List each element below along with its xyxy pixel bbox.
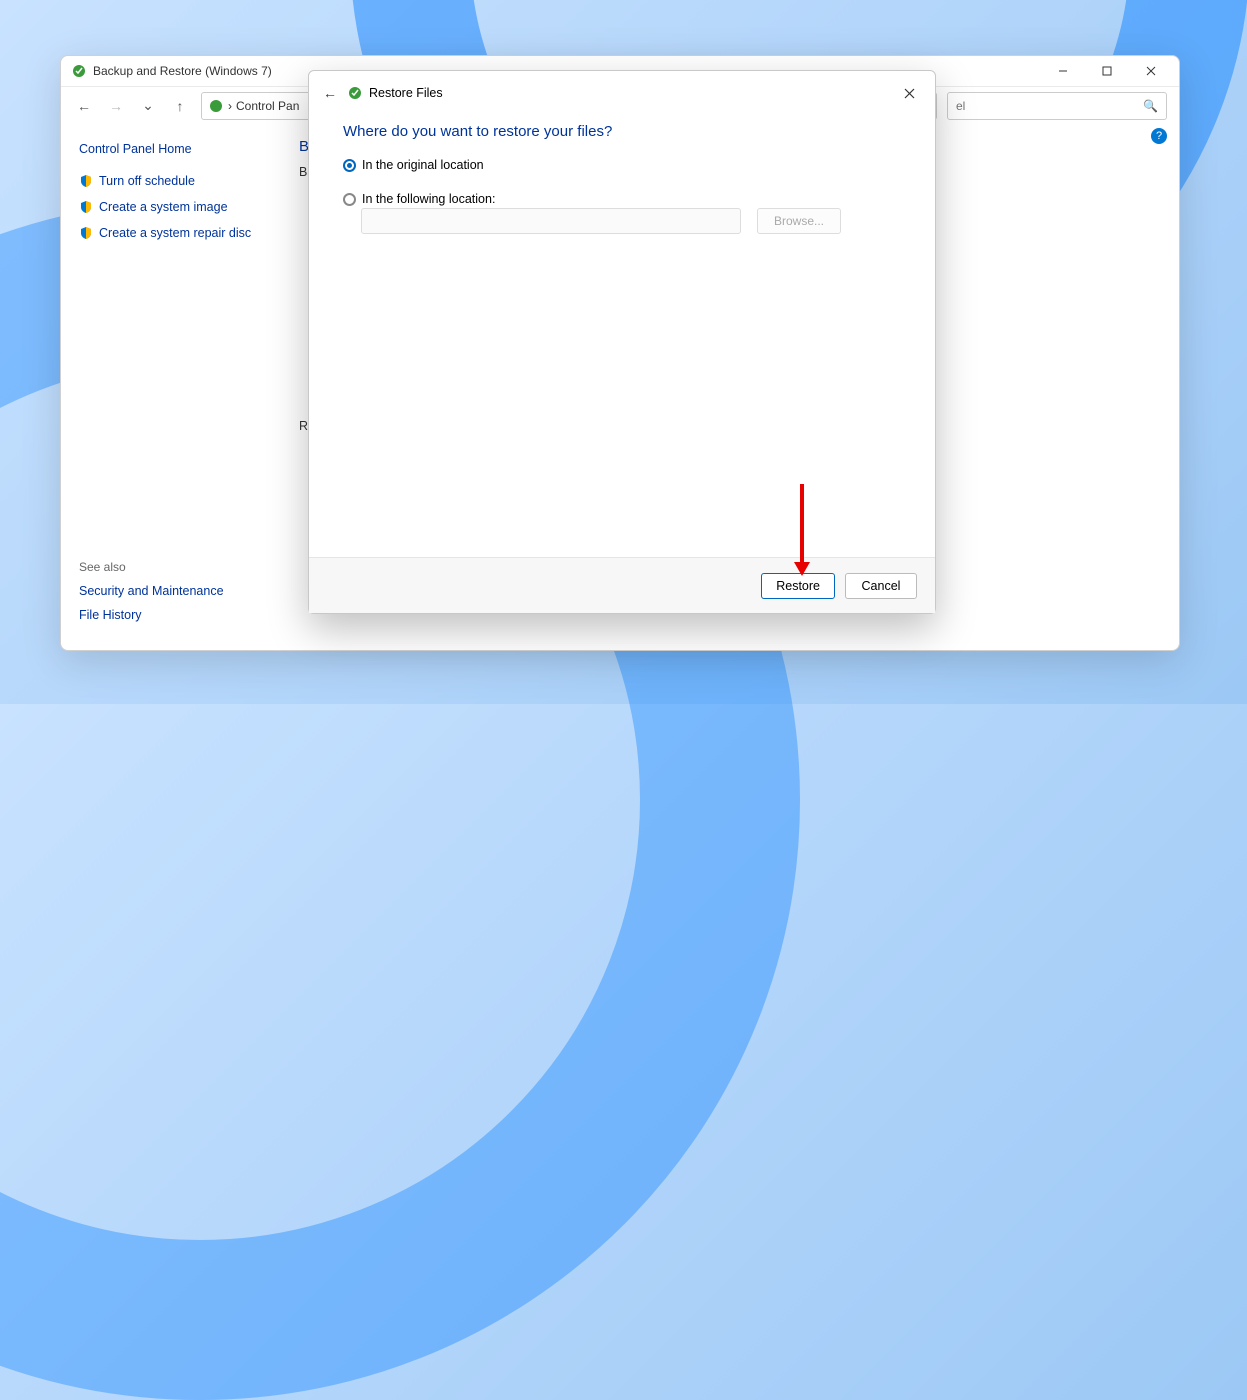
dialog-header: ← Restore Files: [309, 71, 935, 115]
shield-icon: [79, 200, 93, 214]
cancel-button[interactable]: Cancel: [845, 573, 917, 599]
search-icon: 🔍: [1143, 99, 1158, 113]
dialog-title: Restore Files: [369, 86, 443, 100]
window-title: Backup and Restore (Windows 7): [93, 64, 272, 78]
radio-checked-icon: [343, 159, 356, 172]
see-also-label: See also: [79, 560, 261, 574]
maximize-button[interactable]: [1085, 56, 1129, 86]
nav-back-icon[interactable]: ←: [73, 98, 95, 114]
nav-forward-icon[interactable]: →: [105, 98, 127, 114]
dialog-question: Where do you want to restore your files?: [343, 123, 901, 140]
nav-recent-icon[interactable]: ⌄: [137, 97, 159, 114]
sidebar-item-label: Create a system image: [99, 200, 228, 214]
restore-button[interactable]: Restore: [761, 573, 835, 599]
radio-unchecked-icon: [343, 193, 356, 206]
close-button[interactable]: [1129, 56, 1173, 86]
radio-label: In the original location: [362, 158, 484, 172]
sidebar-item-create-system-image[interactable]: Create a system image: [79, 200, 261, 214]
search-input[interactable]: [956, 99, 1143, 113]
shield-icon: [79, 174, 93, 188]
search-box[interactable]: 🔍: [947, 92, 1167, 120]
see-also-filehistory[interactable]: File History: [79, 608, 261, 622]
dialog-back-icon[interactable]: ←: [323, 85, 337, 101]
backup-restore-icon: [71, 63, 87, 79]
sidebar-item-label: Create a system repair disc: [99, 226, 251, 240]
nav-up-icon[interactable]: ↑: [169, 98, 191, 114]
see-also-security[interactable]: Security and Maintenance: [79, 584, 261, 598]
backup-restore-icon: [208, 98, 224, 114]
sidebar-item-turn-off-schedule[interactable]: Turn off schedule: [79, 174, 261, 188]
dialog-body: Where do you want to restore your files?…: [309, 115, 935, 557]
browse-button: Browse...: [757, 208, 841, 234]
radio-original-location[interactable]: In the original location: [343, 158, 901, 172]
sidebar-item-create-repair-disc[interactable]: Create a system repair disc: [79, 226, 261, 240]
radio-following-location[interactable]: In the following location:: [343, 192, 901, 206]
breadcrumb-text: Control Pan: [236, 99, 299, 113]
restore-files-icon: [347, 85, 363, 101]
restore-files-dialog: ← Restore Files Where do you want to res…: [308, 70, 936, 614]
dialog-footer: Restore Cancel: [309, 557, 935, 613]
annotation-arrow: [800, 484, 804, 564]
help-icon[interactable]: ?: [1151, 128, 1167, 144]
control-panel-home-link[interactable]: Control Panel Home: [79, 142, 261, 156]
dialog-close-button[interactable]: [891, 79, 927, 107]
shield-icon: [79, 226, 93, 240]
sidebar: Control Panel Home Turn off schedule Cre…: [61, 124, 279, 650]
sidebar-item-label: Turn off schedule: [99, 174, 195, 188]
radio-label: In the following location:: [362, 192, 495, 206]
breadcrumb-sep: ›: [228, 99, 232, 113]
restore-path-input: [361, 208, 741, 234]
minimize-button[interactable]: [1041, 56, 1085, 86]
